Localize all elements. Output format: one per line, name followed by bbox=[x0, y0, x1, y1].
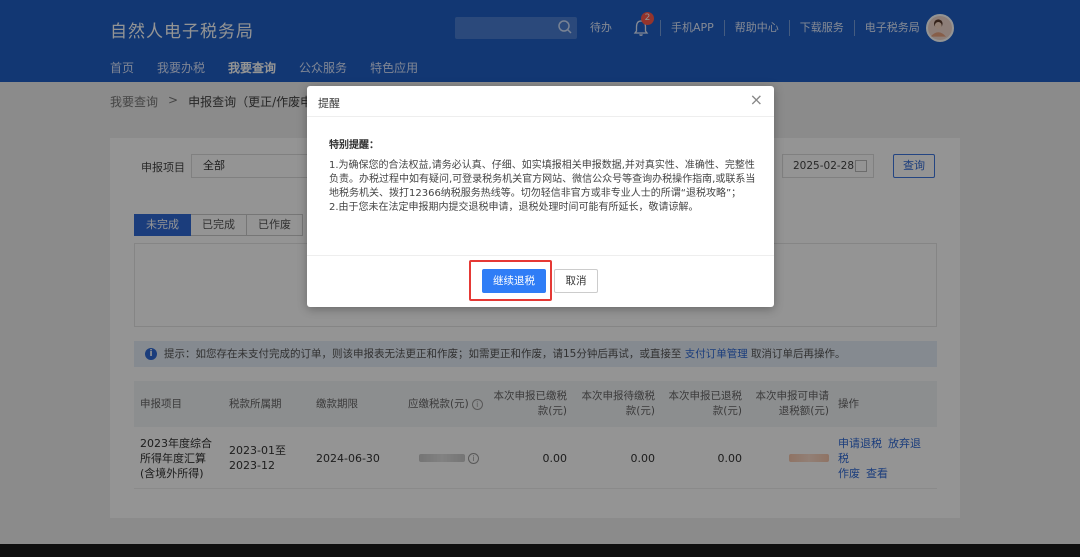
dialog-header: 提醒 × bbox=[307, 86, 774, 117]
close-icon[interactable]: × bbox=[750, 92, 763, 108]
dialog-paragraph-1: 1.为确保您的合法权益,请务必认真、仔细、如实填报相关申报数据,并对真实性、准确… bbox=[329, 160, 756, 199]
continue-refund-button[interactable]: 继续退税 bbox=[482, 269, 546, 293]
cancel-button[interactable]: 取消 bbox=[554, 269, 598, 293]
dialog-footer: 继续退税 取消 bbox=[307, 255, 774, 307]
dialog-heading: 特别提醒： bbox=[329, 140, 379, 151]
reminder-dialog: 提醒 × 特别提醒： 1.为确保您的合法权益,请务必认真、仔细、如实填报相关申报… bbox=[307, 86, 774, 307]
dialog-body: 特别提醒： 1.为确保您的合法权益,请务必认真、仔细、如实填报相关申报数据,并对… bbox=[329, 139, 757, 215]
dialog-title: 提醒 bbox=[318, 97, 340, 110]
dialog-paragraph-2: 2.由于您未在法定申报期内提交退税申请，退税处理时间可能有所延长，敬请谅解。 bbox=[329, 202, 699, 213]
